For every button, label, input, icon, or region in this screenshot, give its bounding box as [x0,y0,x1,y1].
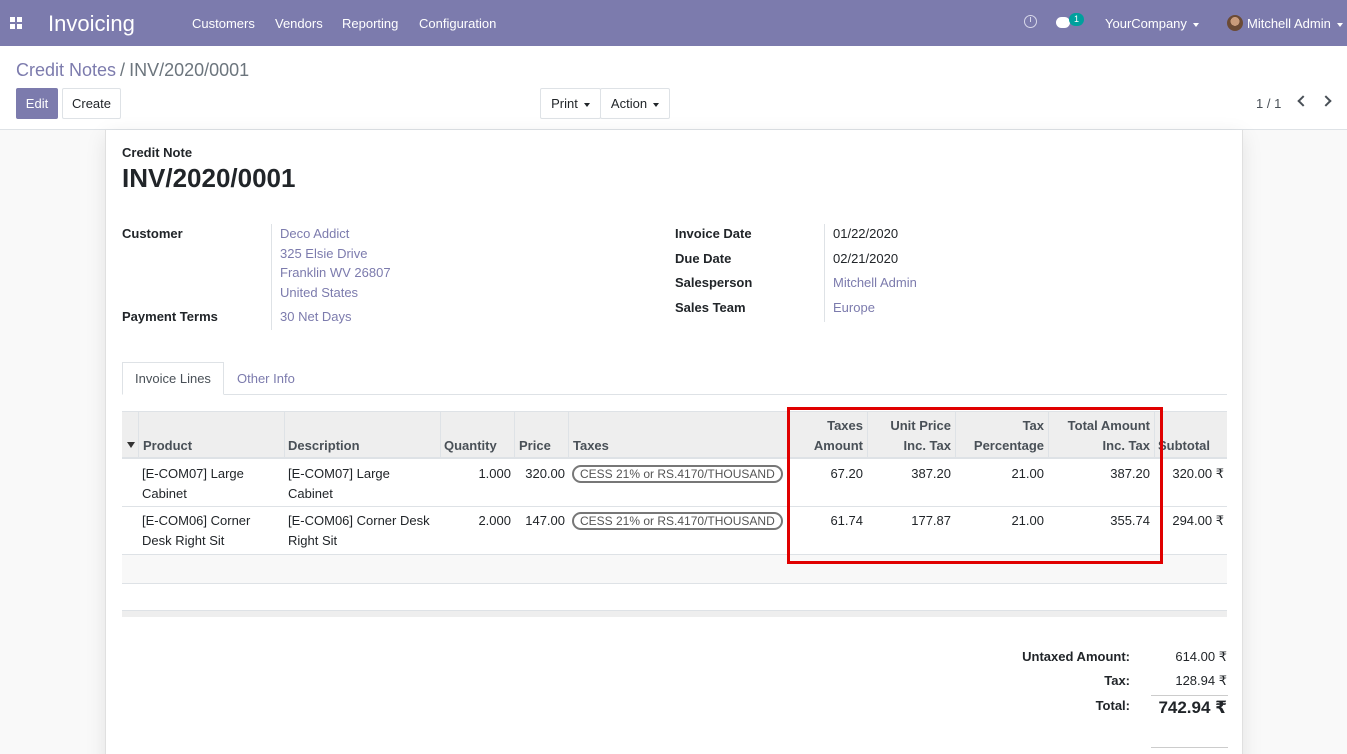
edit-button[interactable]: Edit [16,88,58,119]
sales-team-link[interactable]: Europe [833,300,875,315]
chevron-down-icon [583,102,590,107]
menu-vendors[interactable]: Vendors [275,16,323,31]
chevron-down-icon [1192,22,1199,27]
customer-address-line[interactable]: Franklin WV 26807 [280,265,391,280]
salesperson-label: Salesperson [675,275,753,290]
menu-reporting[interactable]: Reporting [342,16,398,31]
row-product-line: [E-COM06] Corner [142,513,251,528]
breadcrumb-credit-notes[interactable]: Credit Notes [16,60,116,80]
row-description: [E-COM06] Corner Desk Right Sit [288,511,430,551]
user-name: Mitchell Admin [1247,16,1331,31]
column-header-price[interactable]: Price [519,438,551,453]
row-description: [E-COM07] Large Cabinet [288,464,390,504]
customer-address-line[interactable]: 325 Elsie Drive [280,246,367,261]
print-label: Print [551,96,578,111]
invoice-date-value: 01/22/2020 [833,226,899,241]
untaxed-amount-value: 614.00 ₹ [1175,649,1227,664]
chevron-down-icon [653,102,660,107]
row-quantity: 2.000 [478,513,511,528]
invoice-date-label: Invoice Date [675,226,752,241]
untaxed-amount-label: Untaxed Amount: [1022,649,1130,664]
create-button[interactable]: Create [62,88,121,119]
column-header-description[interactable]: Description [288,438,360,453]
total-label: Total: [1095,698,1130,713]
row-product: [E-COM06] Corner Desk Right Sit [142,511,250,551]
column-divider [284,411,285,459]
breadcrumb-separator: / [120,60,126,80]
field-divider [271,224,272,306]
tax-label: Tax: [1104,673,1130,688]
column-divider [568,411,569,459]
action-button[interactable]: Action [600,88,670,119]
row-description-line: Cabinet [288,486,333,501]
totals-divider [1151,747,1228,748]
column-divider [514,411,515,459]
totals-divider [1151,695,1228,696]
sales-team-label: Sales Team [675,300,746,315]
tab-invoice-lines[interactable]: Invoice Lines [122,362,224,395]
document-type: Credit Note [122,145,193,160]
due-date-label: Due Date [675,251,732,266]
tax-tag[interactable]: CESS 21% or RS.4170/THOUSAND [572,465,783,483]
breadcrumb: Credit Notes / INV/2020/0001 [16,60,249,81]
row-price: 147.00 [525,513,565,528]
apps-grid-icon[interactable] [10,17,22,29]
row-product: [E-COM07] Large Cabinet [142,464,244,504]
tab-other-info[interactable]: Other Info [237,371,295,386]
menu-customers[interactable]: Customers [192,16,255,31]
activity-clock-icon[interactable] [1024,15,1037,28]
customer-address-line[interactable]: United States [280,285,358,300]
salesperson-link[interactable]: Mitchell Admin [833,275,917,290]
due-date-value: 02/21/2020 [833,251,899,266]
company-switcher[interactable]: YourCompany [1105,16,1199,31]
sort-caret-icon[interactable] [127,442,135,448]
tax-value: 128.94 ₹ [1175,673,1227,688]
field-divider [824,224,825,322]
breadcrumb-current: INV/2020/0001 [129,60,250,80]
row-description-line: Right Sit [288,533,338,548]
row-description-line: [E-COM07] Large [288,466,390,481]
customer-label: Customer [122,226,183,241]
chat-count-badge: 1 [1069,13,1084,26]
customer-name-link[interactable]: Deco Addict [280,226,349,241]
chevron-left-icon[interactable] [1297,95,1309,107]
column-header-product[interactable]: Product [143,438,192,453]
field-divider [271,306,272,330]
row-product-line: [E-COM07] Large [142,466,244,481]
table-footer [122,610,1227,617]
row-quantity: 1.000 [478,466,511,481]
column-divider [138,411,139,459]
user-menu[interactable]: Mitchell Admin [1247,16,1343,31]
row-product-line: Desk Right Sit [142,533,225,548]
chevron-right-icon[interactable] [1320,95,1332,107]
highlight-box [787,407,1163,564]
company-name: YourCompany [1105,16,1187,31]
total-value: 742.94 ₹ [1158,698,1227,717]
payment-terms-link[interactable]: 30 Net Days [280,309,352,324]
row-price: 320.00 [525,466,565,481]
row-description-line: [E-COM06] Corner Desk [288,513,430,528]
menu-configuration[interactable]: Configuration [419,16,496,31]
tax-tag[interactable]: CESS 21% or RS.4170/THOUSAND [572,512,783,530]
app-title[interactable]: Invoicing [48,11,135,37]
chat-icon[interactable] [1056,17,1070,28]
pager-value[interactable]: 1 / 1 [1256,96,1281,111]
action-label: Action [610,96,648,111]
tab-divider [122,394,1227,395]
column-header-taxes[interactable]: Taxes [573,438,609,453]
top-navbar: Invoicing Customers Vendors Reporting Co… [0,0,1347,46]
chevron-down-icon [1336,22,1343,27]
document-name: INV/2020/0001 [122,163,296,193]
avatar[interactable] [1227,15,1243,31]
row-product-line: Cabinet [142,486,187,501]
print-button[interactable]: Print [540,88,601,119]
column-divider [440,411,441,459]
payment-terms-label: Payment Terms [122,309,218,324]
column-header-quantity[interactable]: Quantity [444,438,497,453]
control-panel: Credit Notes / INV/2020/0001 Edit Create P… [0,46,1347,130]
